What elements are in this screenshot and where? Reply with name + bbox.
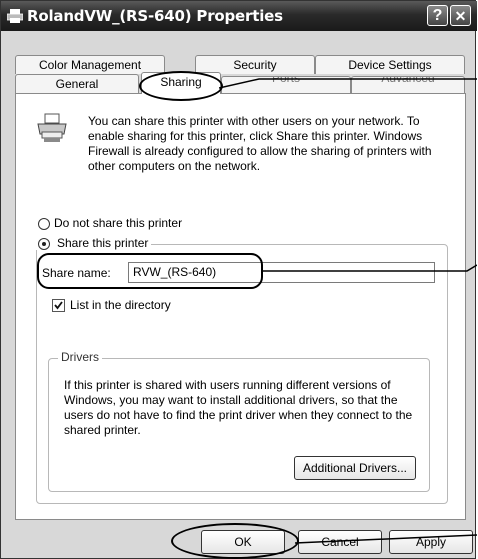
tab-device-settings[interactable]: Device Settings	[315, 55, 465, 74]
drivers-text: If this printer is shared with users run…	[64, 378, 413, 437]
printer-icon	[7, 9, 23, 23]
drivers-legend: Drivers	[58, 350, 102, 364]
additional-drivers-button[interactable]: Additional Drivers...	[294, 456, 416, 480]
tab-general[interactable]: General	[15, 74, 139, 93]
share-name-callout-line	[261, 264, 477, 272]
share-radio[interactable]	[38, 238, 50, 250]
share-option[interactable]: Share this printer	[34, 236, 152, 250]
sharing-panel: You can share this printer with other us…	[15, 93, 466, 520]
printer-share-icon	[37, 113, 67, 142]
intro-text: You can share this printer with other us…	[88, 114, 432, 173]
window-title: RolandVW_(RS-640) Properties	[27, 7, 283, 25]
help-button[interactable]: ?	[427, 5, 448, 26]
close-button[interactable]: ✕	[450, 5, 471, 26]
sharing-callout-line	[219, 78, 477, 89]
ok-callout-line	[295, 534, 477, 544]
share-name-callout	[37, 253, 263, 289]
list-in-directory-checkbox[interactable]	[52, 299, 65, 312]
title-bar: RolandVW_(RS-640) Properties ? ✕	[1, 1, 477, 31]
sharing-tab-callout	[139, 71, 223, 101]
do-not-share-label[interactable]: Do not share this printer	[54, 216, 182, 230]
list-in-directory-label[interactable]: List in the directory	[70, 298, 171, 312]
share-label[interactable]: Share this printer	[57, 236, 148, 250]
do-not-share-radio[interactable]	[38, 218, 50, 230]
checkmark-icon	[54, 301, 63, 310]
properties-window: RolandVW_(RS-640) Properties ? ✕ Color M…	[0, 0, 477, 559]
ok-button-callout	[171, 523, 299, 559]
